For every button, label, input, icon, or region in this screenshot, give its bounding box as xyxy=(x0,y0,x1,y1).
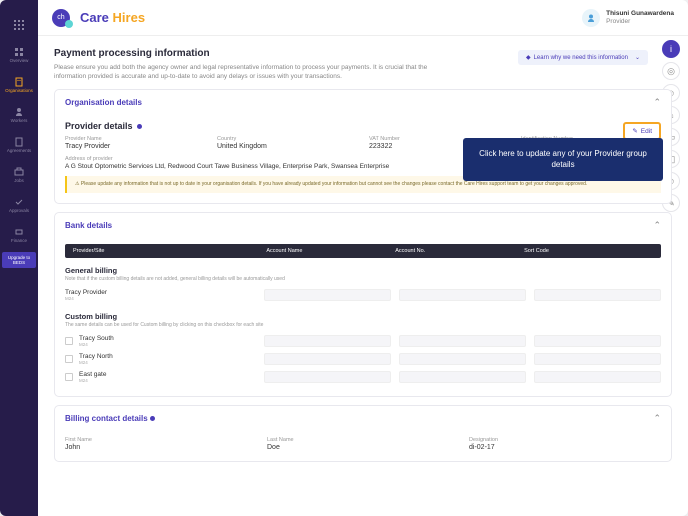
table-row: Tracy ProviderM24 xyxy=(65,286,661,304)
location-icon[interactable]: ◎ xyxy=(662,62,680,80)
provider-name-label: Provider Name xyxy=(65,136,205,142)
sidebar-item-jobs[interactable]: Jobs xyxy=(0,160,38,190)
sidebar-label: Overview xyxy=(10,59,29,64)
table-row: Tracy SouthM24 xyxy=(65,332,661,350)
col-account-name: Account Name xyxy=(266,248,395,254)
sidebar-item-finance[interactable]: Finance xyxy=(0,220,38,250)
chevron-down-icon: ⌄ xyxy=(635,54,640,61)
account-no-input[interactable] xyxy=(399,353,526,365)
last-name-value: Doe xyxy=(267,444,459,451)
sidebar: Overview Organisations Workers Agreement… xyxy=(0,0,38,516)
row-name: Tracy Provider xyxy=(65,289,256,296)
info-icon[interactable]: i xyxy=(662,40,680,58)
chevron-up-icon: ⌃ xyxy=(653,97,661,108)
bank-details-card: Bank details ⌃ Provider/Site Account Nam… xyxy=(54,212,672,397)
account-no-input[interactable] xyxy=(399,335,526,347)
country-value: United Kingdom xyxy=(217,143,357,150)
sidebar-label: Agreements xyxy=(7,149,31,154)
account-name-input[interactable] xyxy=(264,335,391,347)
custom-billing-title: Custom billing xyxy=(65,312,661,321)
sidebar-item-workers[interactable]: Workers xyxy=(0,100,38,130)
country-label: Country xyxy=(217,136,357,142)
checkbox[interactable] xyxy=(65,373,73,381)
account-name-input[interactable] xyxy=(264,353,391,365)
logo-icon: ch xyxy=(52,9,70,27)
designation-label: Designation xyxy=(469,437,661,443)
billing-card-title: Billing contact details xyxy=(65,414,155,423)
sidebar-item-approvals[interactable]: Approvals xyxy=(0,190,38,220)
provider-name-value: Tracy Provider xyxy=(65,143,205,150)
col-provider: Provider/Site xyxy=(73,248,266,254)
bank-card-title: Bank details xyxy=(65,221,112,230)
user-role: Provider xyxy=(606,18,674,26)
sidebar-label: Organisations xyxy=(5,89,33,94)
org-card-title: Organisation details xyxy=(65,98,142,107)
table-row: East gateM24 xyxy=(65,368,661,386)
org-card-header[interactable]: Organisation details ⌃ xyxy=(55,90,671,115)
sidebar-item-organisations[interactable]: Organisations xyxy=(0,70,38,100)
account-name-input[interactable] xyxy=(264,371,391,383)
sidebar-item-overview[interactable]: Overview xyxy=(0,40,38,70)
general-billing-title: General billing xyxy=(65,266,661,275)
col-sort-code: Sort Code xyxy=(524,248,653,254)
provider-details-title: Provider details xyxy=(65,121,661,131)
user-info: Thisuni Gunawardena Provider xyxy=(606,10,674,26)
sort-code-input[interactable] xyxy=(534,335,661,347)
table-row: Tracy NorthM24 xyxy=(65,350,661,368)
dot-icon xyxy=(150,416,155,421)
dot-icon xyxy=(137,124,142,129)
page-desc: Please ensure you add both the agency ow… xyxy=(54,63,434,81)
sidebar-label: Approvals xyxy=(9,209,29,214)
checkbox[interactable] xyxy=(65,355,73,363)
billing-card-header[interactable]: Billing contact details ⌃ xyxy=(55,406,671,431)
col-account-no: Account No. xyxy=(395,248,524,254)
chevron-up-icon: ⌃ xyxy=(653,220,661,231)
app-grid-icon[interactable] xyxy=(0,10,38,40)
user-name: Thisuni Gunawardena xyxy=(606,10,674,18)
bank-table-header: Provider/Site Account Name Account No. S… xyxy=(65,244,661,258)
chevron-up-icon: ⌃ xyxy=(653,413,661,424)
general-billing-desc: Note that if the custom billing details … xyxy=(65,276,661,282)
billing-contact-card: Billing contact details ⌃ First NameJohn… xyxy=(54,405,672,462)
row-name: Tracy North xyxy=(79,353,113,360)
brand: Care Hires xyxy=(80,10,145,25)
custom-billing-desc: The same details can be used for Custom … xyxy=(65,322,661,328)
row-name: East gate xyxy=(79,371,106,378)
account-name-input[interactable] xyxy=(264,289,391,301)
sort-code-input[interactable] xyxy=(534,289,661,301)
designation-value: di-02-17 xyxy=(469,444,661,451)
learn-more-pill[interactable]: ◆ Learn why we need this information⌄ xyxy=(518,50,648,65)
bank-card-header[interactable]: Bank details ⌃ xyxy=(55,213,671,238)
callout-tooltip: Click here to update any of your Provide… xyxy=(463,138,663,180)
sidebar-label: Jobs xyxy=(14,179,24,184)
header: ch Care Hires Thisuni Gunawardena Provid… xyxy=(38,0,688,36)
sidebar-upgrade[interactable]: Upgrade to BEDS xyxy=(2,252,36,268)
row-name: Tracy South xyxy=(79,335,114,342)
account-no-input[interactable] xyxy=(399,371,526,383)
account-no-input[interactable] xyxy=(399,289,526,301)
org-details-card: Organisation details ⌃ Provider details … xyxy=(54,89,672,204)
last-name-label: Last Name xyxy=(267,437,459,443)
first-name-label: First Name xyxy=(65,437,257,443)
sort-code-input[interactable] xyxy=(534,371,661,383)
first-name-value: John xyxy=(65,444,257,451)
sort-code-input[interactable] xyxy=(534,353,661,365)
checkbox[interactable] xyxy=(65,337,73,345)
avatar[interactable] xyxy=(582,9,600,27)
sidebar-item-agreements[interactable]: Agreements xyxy=(0,130,38,160)
sidebar-label: Finance xyxy=(11,239,27,244)
sidebar-label: Workers xyxy=(11,119,28,124)
